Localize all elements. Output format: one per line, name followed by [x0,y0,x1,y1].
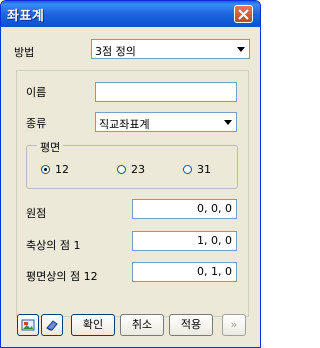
chevron-down-icon [224,120,232,125]
radio-icon [183,165,192,174]
plane-point-input[interactable]: 0, 1, 0 [132,262,237,282]
origin-label: 원점 [26,207,47,220]
type-label: 종류 [26,117,47,130]
name-label: 이름 [26,86,47,99]
type-select[interactable]: 직교좌표계 [95,112,237,132]
title-bar[interactable]: 좌표계 [1,1,260,27]
eraser-button[interactable] [41,314,63,336]
window-title: 좌표계 [7,9,45,24]
plane-radio-12[interactable]: 12 [41,163,69,176]
plane-group-title: 평면 [37,139,64,155]
radio-selected-icon [41,165,50,174]
close-button[interactable] [234,5,253,23]
cancel-button[interactable]: 취소 [120,314,164,336]
more-button[interactable]: » [222,314,246,336]
close-icon [238,9,249,20]
plane-option-label: 23 [131,163,145,176]
settings-panel: 이름 종류 직교좌표계 평면 12 23 31 원점 0, 0, 0 축상의 점… [16,70,249,317]
axis-point-input[interactable]: 1, 0, 0 [132,231,237,251]
type-value: 직교좌표계 [99,118,150,131]
picture-icon [21,319,35,331]
plane-group: 평면 12 23 31 [26,139,238,189]
chevron-down-icon [237,47,245,52]
ok-button[interactable]: 확인 [71,314,115,336]
method-label: 방법 [14,46,35,59]
plane-point-label: 평면상의 점 12 [26,270,98,283]
plane-radio-23[interactable]: 23 [117,163,145,176]
dialog-body: 방법 3점 정의 이름 종류 직교좌표계 평면 12 23 31 원점 0, 0… [4,27,257,344]
origin-input[interactable]: 0, 0, 0 [132,199,237,219]
picture-button[interactable] [17,314,39,336]
method-select[interactable]: 3점 정의 [91,39,250,59]
coordinate-system-dialog: 좌표계 방법 3점 정의 이름 종류 직교좌표계 평면 12 23 31 원점 … [0,0,261,348]
method-value: 3점 정의 [95,45,136,58]
plane-radio-31[interactable]: 31 [183,163,211,176]
apply-button[interactable]: 적용 [169,314,213,336]
radio-icon [117,165,126,174]
plane-option-label: 31 [197,163,211,176]
plane-option-label: 12 [55,163,69,176]
name-input[interactable] [95,82,237,102]
axis-point-label: 축상의 점 1 [26,239,81,252]
eraser-icon [46,320,58,331]
